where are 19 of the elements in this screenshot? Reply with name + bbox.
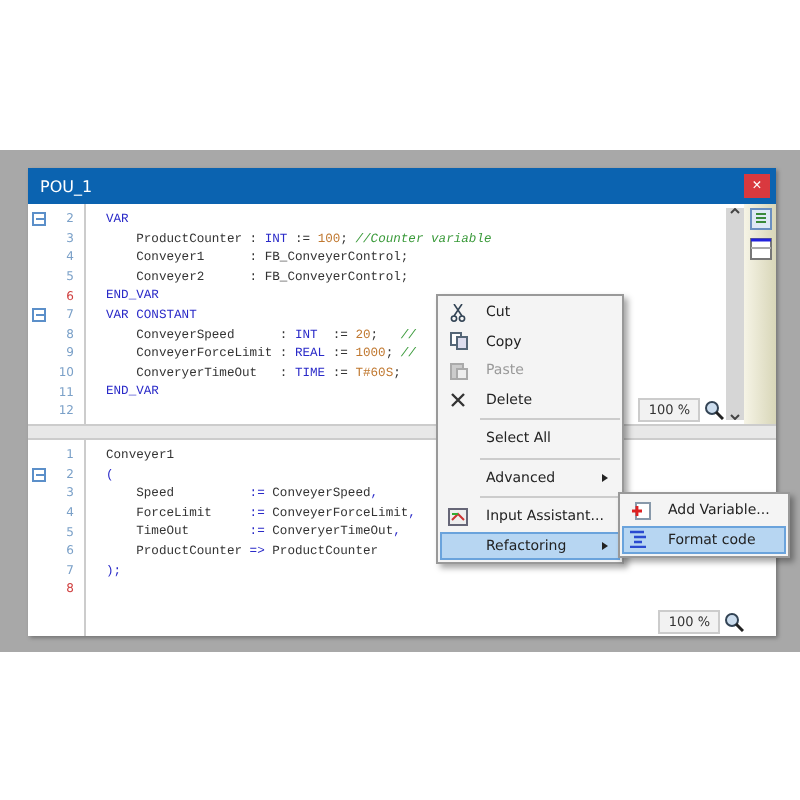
fold-toggle[interactable]	[32, 308, 46, 323]
delete-icon	[450, 391, 466, 408]
scissors-icon	[450, 303, 466, 322]
table-icon[interactable]	[749, 238, 771, 260]
zoom-icon[interactable]	[724, 612, 744, 632]
close-button[interactable]: ×	[744, 174, 770, 198]
toolbox-icon[interactable]	[749, 208, 771, 230]
fold-toggle[interactable]	[32, 467, 46, 482]
copy-icon	[449, 332, 467, 351]
scroll-up-icon[interactable]	[730, 208, 740, 214]
add-variable-icon	[629, 501, 651, 520]
paste-icon	[449, 361, 467, 380]
scrollbar[interactable]	[726, 208, 744, 420]
fold-toggle[interactable]	[32, 212, 46, 227]
format-code-icon	[629, 530, 651, 549]
scroll-down-icon[interactable]	[730, 414, 740, 420]
zoom-icon[interactable]	[704, 400, 724, 420]
window-title: POU_1	[40, 177, 93, 195]
input-assistant-icon	[448, 507, 468, 526]
